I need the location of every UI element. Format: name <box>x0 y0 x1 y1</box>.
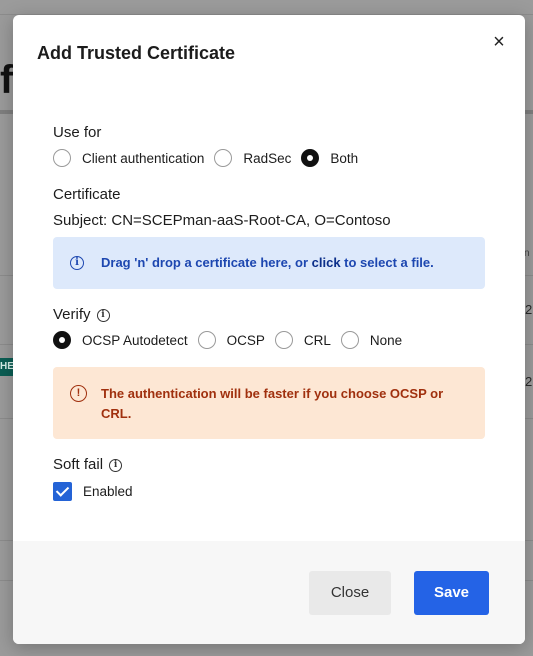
soft-fail-info-icon[interactable]: i <box>109 458 123 472</box>
dialog-footer: Close Save <box>13 541 525 644</box>
add-trusted-certificate-dialog: Add Trusted Certificate × Use for Client… <box>13 15 525 644</box>
verify-warning-alert: ! The authentication will be faster if y… <box>53 367 485 439</box>
checkbox-label: Enabled <box>83 484 133 499</box>
verify-radio-group: OCSP Autodetect OCSP CRL None <box>53 331 402 349</box>
radio-label: OCSP <box>226 332 265 348</box>
verify-label: Verify <box>53 306 91 323</box>
radio-circle <box>274 331 293 349</box>
radio-label: CRL <box>303 332 331 348</box>
check-icon[interactable] <box>53 482 72 501</box>
radio-label: None <box>369 332 403 348</box>
close-icon[interactable]: × <box>487 30 511 54</box>
radio-client-authentication[interactable]: Client authentication <box>53 149 204 167</box>
radio-circle-selected <box>301 149 320 167</box>
radio-radsec[interactable]: RadSec <box>214 149 291 167</box>
info-icon: i <box>70 256 84 270</box>
dropzone-text-before: Drag 'n' drop a certificate here, or <box>101 255 312 270</box>
radio-ocsp-autodetect[interactable]: OCSP Autodetect <box>53 331 188 349</box>
dropzone-text: Drag 'n' drop a certificate here, or cli… <box>101 255 434 270</box>
radio-circle <box>197 331 216 349</box>
radio-none[interactable]: None <box>340 331 403 349</box>
soft-fail-label: Soft fail <box>53 456 104 473</box>
background-heading: f <box>0 58 14 102</box>
certificate-subject: Subject: CN=SCEPman-aaS-Root-CA, O=Conto… <box>53 212 391 229</box>
verify-label-row: Verify i <box>53 306 110 323</box>
warning-icon: ! <box>70 385 87 402</box>
soft-fail-label-row: Soft fail i <box>53 456 123 473</box>
radio-circle-selected <box>53 331 71 349</box>
verify-info-icon[interactable]: i <box>96 308 110 322</box>
background-cell-value: 2 <box>525 374 533 389</box>
close-button[interactable]: Close <box>309 571 391 615</box>
soft-fail-checkbox-row[interactable]: Enabled <box>53 482 133 501</box>
background-status-badge: HE <box>0 358 14 376</box>
dialog-title: Add Trusted Certificate <box>37 43 236 63</box>
radio-label: Client authentication <box>82 150 205 166</box>
radio-circle <box>214 149 233 167</box>
warning-text: The authentication will be faster if you… <box>101 386 444 421</box>
radio-crl[interactable]: CRL <box>274 331 331 349</box>
dropzone-text-after: to select a file. <box>340 255 434 270</box>
radio-label: RadSec <box>243 150 292 166</box>
dropzone-click-link[interactable]: click <box>312 255 341 270</box>
radio-label: OCSP Autodetect <box>82 332 188 348</box>
save-button[interactable]: Save <box>414 571 489 615</box>
radio-ocsp[interactable]: OCSP <box>197 331 265 349</box>
radio-label: Both <box>330 150 359 166</box>
background-cell-value: 2 <box>525 302 533 317</box>
use-for-label: Use for <box>53 124 102 141</box>
radio-circle <box>340 331 359 349</box>
certificate-dropzone[interactable]: i Drag 'n' drop a certificate here, or c… <box>53 237 485 289</box>
use-for-radio-group: Client authentication RadSec Both <box>53 149 358 167</box>
radio-both[interactable]: Both <box>301 149 358 167</box>
radio-circle <box>53 149 71 167</box>
certificate-label: Certificate <box>53 186 121 203</box>
